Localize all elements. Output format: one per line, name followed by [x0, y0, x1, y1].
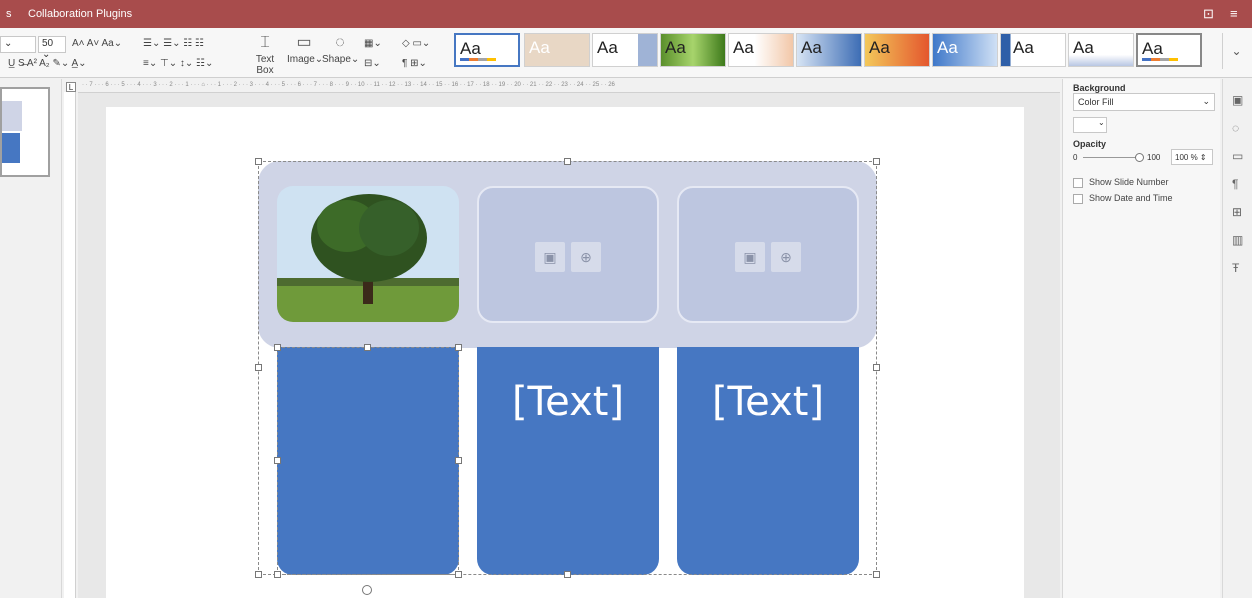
opacity-input[interactable]: 100 % ⇕: [1171, 149, 1213, 165]
menu-collaboration[interactable]: Collaboration: [28, 8, 93, 20]
resize-handle[interactable]: [255, 158, 262, 165]
shape-button[interactable]: ◌ Shape⌄: [322, 32, 359, 65]
menu-partial[interactable]: s: [6, 8, 12, 20]
font-size-value: 50: [42, 38, 54, 49]
fill-type-dropdown[interactable]: Color Fill ⌄: [1073, 93, 1215, 111]
hamburger-menu-icon[interactable]: ≡: [1230, 6, 1238, 21]
text-art-settings-icon[interactable]: Ŧ: [1232, 261, 1239, 275]
open-location-icon[interactable]: ⊡: [1203, 6, 1214, 22]
image-icon: ▭: [296, 34, 312, 51]
theme-2[interactable]: Aa: [524, 33, 590, 67]
resize-handle[interactable]: [873, 571, 880, 578]
copy-style-icon[interactable]: ¶ ⊞⌄: [402, 58, 427, 69]
tab-stop-icon[interactable]: L: [66, 82, 76, 92]
menu-plugins[interactable]: Plugins: [96, 8, 132, 20]
fill-color-picker[interactable]: ⌄: [1073, 117, 1107, 133]
theme-more-icon[interactable]: ⌄: [1222, 33, 1250, 69]
thumbnail-banner: [2, 101, 22, 131]
slide-thumbnails-panel: [0, 79, 62, 598]
chevron-down-icon: ⌄: [1202, 96, 1210, 106]
resize-handle[interactable]: [455, 571, 462, 578]
theme-3[interactable]: Aa: [592, 33, 658, 67]
thumbnail-card: [2, 133, 20, 163]
resize-handle[interactable]: [873, 364, 880, 371]
text-format-icons[interactable]: U̲ S̶ A² A₂ ✎⌄ A̲⌄: [8, 58, 87, 69]
list-icons[interactable]: ☰⌄ ☰⌄ ☷ ☷: [143, 38, 204, 49]
theme-11[interactable]: Aa: [1136, 33, 1202, 67]
clear-style-icon[interactable]: ◇ ▭⌄: [402, 38, 430, 49]
text-box-icon: ⌶: [260, 34, 270, 51]
resize-handle[interactable]: [255, 571, 262, 578]
theme-gallery: Aa Aa Aa Aa Aa Aa Aa Aa Aa Aa Aa: [454, 33, 1224, 69]
image-settings-icon[interactable]: ▭: [1232, 149, 1243, 163]
opacity-max: 100: [1147, 153, 1161, 162]
theme-5[interactable]: Aa: [728, 33, 794, 67]
toolbar: ⌄ 50 ⌄ A˄ A˅ Aa⌄ U̲ S̶ A² A₂ ✎⌄ A̲⌄ ☰⌄ ☰…: [0, 28, 1252, 78]
resize-handle[interactable]: [274, 571, 281, 578]
shape-icon: ◌: [335, 34, 345, 51]
shape-settings-icon[interactable]: ◌: [1232, 121, 1239, 135]
card-selection-frame[interactable]: [277, 347, 459, 575]
vertical-ruler[interactable]: [64, 92, 76, 598]
top-bar: s Collaboration Plugins ⊡ ≡: [0, 0, 1252, 28]
background-label: Background: [1073, 83, 1126, 93]
resize-handle[interactable]: [255, 364, 262, 371]
rotate-handle-icon[interactable]: [362, 585, 372, 595]
text-box-button[interactable]: ⌶ Text Box: [246, 32, 284, 76]
resize-handle[interactable]: [455, 344, 462, 351]
resize-handle[interactable]: [564, 571, 571, 578]
arrange-icon[interactable]: ▦⌄: [364, 38, 382, 49]
font-grow-icon[interactable]: A˄ A˅ Aa⌄: [72, 38, 122, 49]
theme-8[interactable]: Aa: [932, 33, 998, 67]
opacity-slider[interactable]: [1083, 157, 1137, 158]
show-date-time-checkbox[interactable]: Show Date and Time: [1073, 193, 1173, 204]
theme-1[interactable]: Aa: [454, 33, 520, 67]
opacity-slider-thumb[interactable]: [1135, 153, 1144, 162]
slide-settings-icon[interactable]: ▣: [1232, 93, 1243, 107]
show-slide-number-checkbox[interactable]: Show Slide Number: [1073, 177, 1169, 188]
resize-handle[interactable]: [564, 158, 571, 165]
font-size-dropdown[interactable]: 50 ⌄: [38, 36, 66, 60]
right-icon-bar: ▣ ◌ ▭ ¶ ⊞ ▥ Ŧ: [1222, 79, 1252, 598]
align-icons[interactable]: ≡⌄ ⊤⌄ ↕⌄ ☷⌄: [143, 58, 213, 69]
theme-10[interactable]: Aa: [1068, 33, 1134, 67]
slide-settings-panel: Background Color Fill ⌄ ⌄ Opacity 0 100 1…: [1062, 79, 1220, 598]
resize-handle[interactable]: [364, 344, 371, 351]
slide-thumbnail[interactable]: [0, 87, 50, 177]
chart-settings-icon[interactable]: ▥: [1232, 233, 1243, 247]
image-button[interactable]: ▭ Image⌄: [287, 32, 323, 65]
opacity-min: 0: [1073, 153, 1078, 162]
theme-4[interactable]: Aa: [660, 33, 726, 67]
font-family-dropdown[interactable]: ⌄: [0, 36, 36, 53]
resize-handle[interactable]: [274, 344, 281, 351]
resize-handle[interactable]: [274, 457, 281, 464]
opacity-label: Opacity: [1073, 139, 1107, 149]
horizontal-ruler[interactable]: · · 7 · · · 6 · · · 5 · · · 4 · · · 3 · …: [78, 79, 1060, 93]
resize-handle[interactable]: [455, 457, 462, 464]
resize-handle[interactable]: [873, 158, 880, 165]
theme-9[interactable]: Aa: [1000, 33, 1066, 67]
table-settings-icon[interactable]: ⊞: [1232, 205, 1242, 219]
theme-7[interactable]: Aa: [864, 33, 930, 67]
paragraph-settings-icon[interactable]: ¶: [1232, 177, 1238, 191]
align-shape-icon[interactable]: ⊟⌄: [364, 58, 381, 69]
theme-6[interactable]: Aa: [796, 33, 862, 67]
